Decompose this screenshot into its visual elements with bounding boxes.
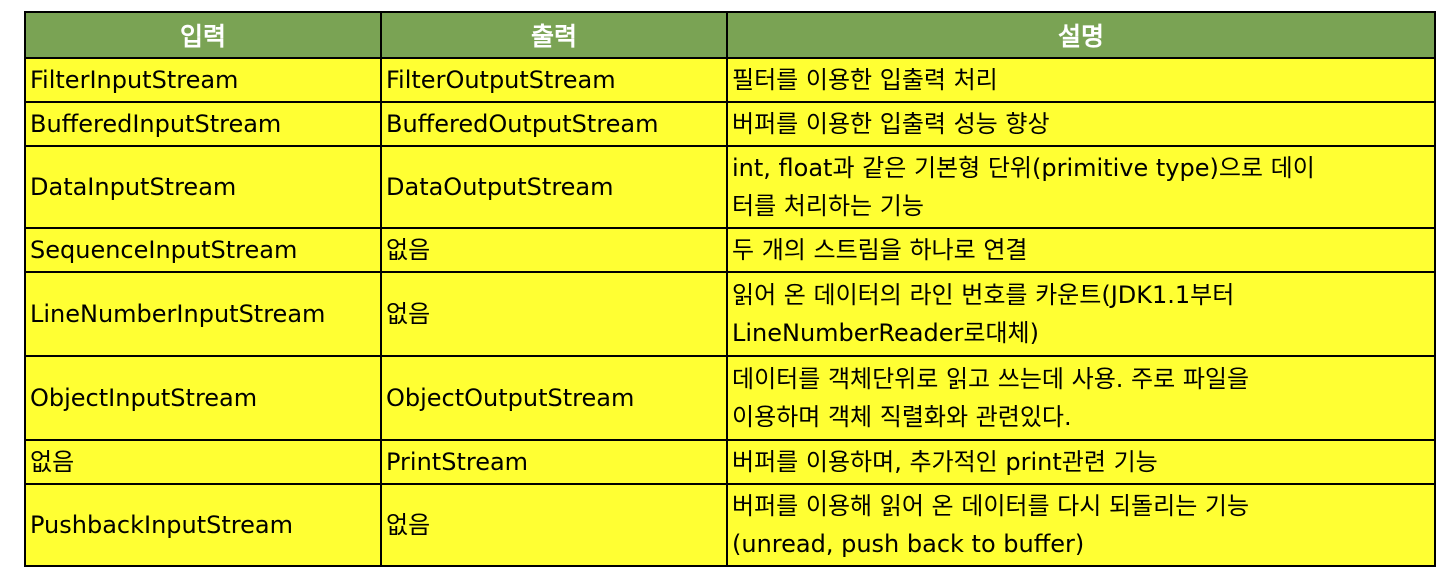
description-line: int, float과 같은 기본형 단위(primitive type)으로 …	[732, 154, 1315, 182]
description-line: (unread, push back to buffer)	[732, 530, 1085, 558]
cell-input: LineNumberInputStream	[24, 271, 382, 357]
cell-input: FilterInputStream	[24, 57, 382, 103]
header-output: 출력	[380, 11, 728, 59]
cell-output: ObjectOutputStream	[380, 355, 728, 441]
cell-description: int, float과 같은 기본형 단위(primitive type)으로 …	[726, 145, 1436, 229]
cell-description: 필터를 이용한 입출력 처리	[726, 57, 1436, 103]
table-row: FilterInputStream FilterOutputStream 필터를…	[24, 57, 1436, 103]
description-line: 버퍼를 이용한 입출력 성능 향상	[732, 110, 1050, 138]
cell-input: DataInputStream	[24, 145, 382, 229]
table-row: PushbackInputStream 없음 버퍼를 이용해 읽어 온 데이터를…	[24, 483, 1436, 567]
cell-description: 두 개의 스트림을 하나로 연결	[726, 227, 1436, 273]
cell-description: 데이터를 객체단위로 읽고 쓰는데 사용. 주로 파일을 이용하며 객체 직렬화…	[726, 355, 1436, 441]
cell-input: PushbackInputStream	[24, 483, 382, 567]
table-header-row: 입력 출력 설명	[24, 11, 1436, 59]
cell-output: FilterOutputStream	[380, 57, 728, 103]
table-row: 없음 PrintStream 버퍼를 이용하며, 추가적인 print관련 기능	[24, 439, 1436, 485]
cell-input: SequenceInputStream	[24, 227, 382, 273]
description-line: 이용하며 객체 직렬화와 관련있다.	[732, 403, 1072, 431]
table-row: ObjectInputStream ObjectOutputStream 데이터…	[24, 355, 1436, 441]
description-line: LineNumberReader로대체)	[732, 319, 1039, 347]
table-row: BufferedInputStream BufferedOutputStream…	[24, 101, 1436, 147]
description-line: 읽어 온 데이터의 라인 번호를 카운트(JDK1.1부터	[732, 281, 1235, 309]
description-line: 터를 처리하는 기능	[732, 192, 924, 220]
description-line: 두 개의 스트림을 하나로 연결	[732, 236, 1028, 264]
table-row: SequenceInputStream 없음 두 개의 스트림을 하나로 연결	[24, 227, 1436, 273]
header-input: 입력	[24, 11, 382, 59]
cell-output: 없음	[380, 271, 728, 357]
stream-table-container: 입력 출력 설명 FilterInputStream FilterOutputS…	[24, 11, 1436, 567]
cell-description: 버퍼를 이용하며, 추가적인 print관련 기능	[726, 439, 1436, 485]
cell-input: ObjectInputStream	[24, 355, 382, 441]
header-description: 설명	[726, 11, 1436, 59]
stream-table: 입력 출력 설명 FilterInputStream FilterOutputS…	[24, 11, 1436, 567]
table-row: DataInputStream DataOutputStream int, fl…	[24, 145, 1436, 229]
description-line: 데이터를 객체단위로 읽고 쓰는데 사용. 주로 파일을	[732, 365, 1250, 393]
cell-output: BufferedOutputStream	[380, 101, 728, 147]
cell-description: 읽어 온 데이터의 라인 번호를 카운트(JDK1.1부터 LineNumber…	[726, 271, 1436, 357]
cell-input: 없음	[24, 439, 382, 485]
table-row: LineNumberInputStream 없음 읽어 온 데이터의 라인 번호…	[24, 271, 1436, 357]
description-line: 필터를 이용한 입출력 처리	[732, 66, 998, 94]
description-line: 버퍼를 이용하며, 추가적인 print관련 기능	[732, 448, 1158, 476]
description-line: 버퍼를 이용해 읽어 온 데이터를 다시 되돌리는 기능	[732, 492, 1250, 520]
cell-input: BufferedInputStream	[24, 101, 382, 147]
cell-output: PrintStream	[380, 439, 728, 485]
cell-description: 버퍼를 이용한 입출력 성능 향상	[726, 101, 1436, 147]
cell-output: 없음	[380, 483, 728, 567]
cell-description: 버퍼를 이용해 읽어 온 데이터를 다시 되돌리는 기능 (unread, pu…	[726, 483, 1436, 567]
cell-output: DataOutputStream	[380, 145, 728, 229]
cell-output: 없음	[380, 227, 728, 273]
